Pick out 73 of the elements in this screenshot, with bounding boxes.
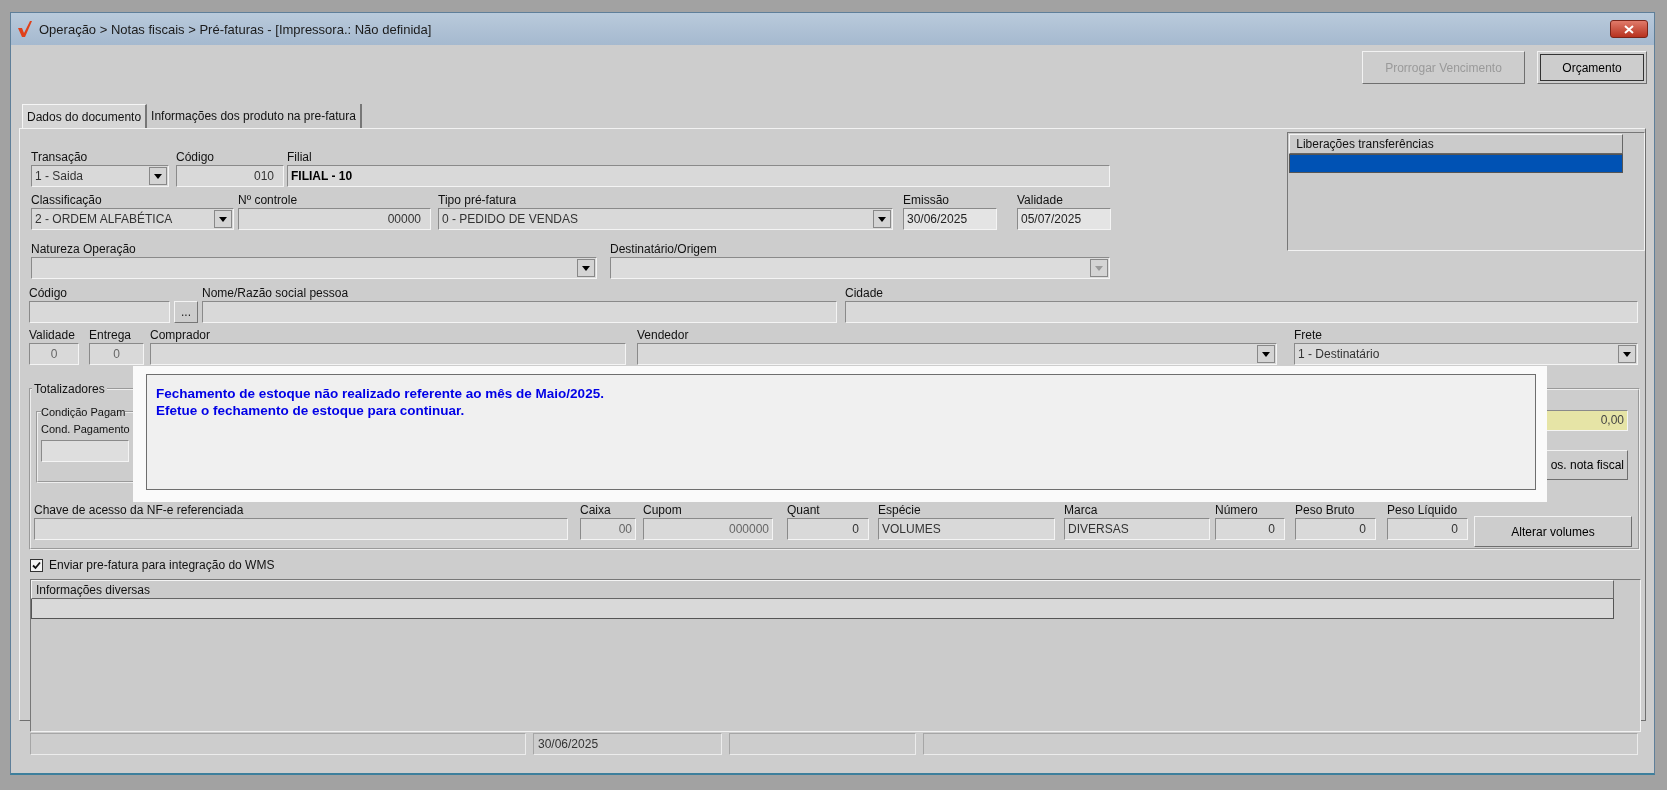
field-label: Emissão (903, 193, 950, 207)
field-label: Cond. Pagamento (41, 422, 130, 436)
dropdown[interactable]: 2 - ORDEM ALFABÉTICA (31, 208, 234, 230)
input-field[interactable] (845, 301, 1638, 323)
field-label: Caixa (580, 503, 612, 517)
input-field[interactable]: 0 (1387, 518, 1468, 540)
input-field[interactable]: 0 (89, 343, 144, 365)
close-icon (1624, 24, 1634, 34)
column-header: Informações diversas (31, 580, 1614, 599)
input-field[interactable] (29, 301, 170, 323)
field-label: Validade (1017, 193, 1064, 207)
date-field[interactable]: 30/06/2025 (903, 208, 997, 230)
field-label: Filial (287, 150, 313, 164)
date-field[interactable]: 05/07/2025 (1017, 208, 1111, 230)
input-field[interactable]: VOLUMES (878, 518, 1055, 540)
input-field[interactable] (202, 301, 837, 323)
input-field[interactable]: FILIAL - 10 (287, 165, 1110, 187)
input-field[interactable]: 0 (1215, 518, 1285, 540)
field-label: Comprador (150, 328, 212, 342)
input-field[interactable]: 010 (176, 165, 284, 187)
field-label: Marca (1064, 503, 1099, 517)
field-label: Peso Bruto (1295, 503, 1356, 517)
field-label: Frete (1294, 328, 1323, 342)
list-row[interactable] (31, 599, 1614, 619)
field-label: Transação (31, 150, 89, 164)
dropdown[interactable]: 0 - PEDIDO DE VENDAS (438, 208, 893, 230)
field-label: Entrega (89, 328, 133, 342)
field-label: Nome/Razão social pessoa (202, 286, 350, 300)
window-title: Operação > Notas fiscais > Pré-faturas - [Impressora.: Não definida] (39, 21, 432, 37)
checkbox[interactable] (30, 558, 43, 572)
input-field[interactable] (150, 343, 626, 365)
lookup-button[interactable]: ... (174, 301, 198, 323)
input-field[interactable] (34, 518, 568, 540)
field-label: Vendedor (637, 328, 690, 342)
input-field[interactable]: 00000 (238, 208, 431, 230)
input-field[interactable]: DIVERSAS (1064, 518, 1210, 540)
input-field[interactable]: 000000 (643, 518, 773, 540)
field-label: Chave de acesso da NF-e referenciada (34, 503, 245, 517)
status-panel: 30/06/2025 (533, 733, 722, 755)
group-label: Totalizadores (33, 382, 106, 396)
field-label: Quant (787, 503, 821, 517)
field-label: Número (1215, 503, 1259, 517)
dropdown[interactable]: 1 - Saida (31, 165, 169, 187)
dropdown[interactable] (610, 257, 1110, 279)
field-label: Peso Líquido (1387, 503, 1459, 517)
toolbar-button[interactable]: Orçamento (1537, 51, 1647, 84)
checkbox-label[interactable]: Enviar pre-fatura para integração do WMS (49, 558, 275, 572)
input-field[interactable]: 00 (580, 518, 636, 540)
group-label: Condição Pagam (41, 405, 126, 419)
checkmark-logo-icon (17, 20, 33, 38)
column-header: Liberações transferências (1289, 134, 1624, 154)
field-label: Natureza Operação (31, 242, 137, 256)
input-field[interactable]: 0 (1295, 518, 1376, 540)
dropdown[interactable]: 1 - Destinatário (1294, 343, 1638, 365)
input-field[interactable]: 0 (29, 343, 79, 365)
tab[interactable]: Dados do documento (22, 104, 148, 128)
field-label: Tipo pré-fatura (438, 193, 518, 207)
input-field[interactable] (41, 440, 129, 462)
message-text: Efetue o fechamento de estoque para continuar. (156, 402, 465, 419)
field-label: Destinatário/Origem (610, 242, 718, 256)
field-label: Classificação (31, 193, 103, 207)
field-label: Espécie (878, 503, 922, 517)
message-text: Fechamento de estoque não realizado referente ao mês de Maio/2025. (156, 385, 604, 402)
alter-volumes-button[interactable]: Alterar volumes (1474, 516, 1632, 547)
field-label: Cupom (643, 503, 683, 517)
field-label: Código (176, 150, 216, 164)
field-label: Validade (29, 328, 76, 342)
input-field[interactable]: 0 (787, 518, 869, 540)
field-label: Código (29, 286, 69, 300)
close-button[interactable] (1610, 20, 1648, 38)
tab[interactable]: Informações dos produto na pre-fatura (147, 104, 362, 128)
field-label: Cidade (845, 286, 885, 300)
field-label: Nº controle (238, 193, 299, 207)
